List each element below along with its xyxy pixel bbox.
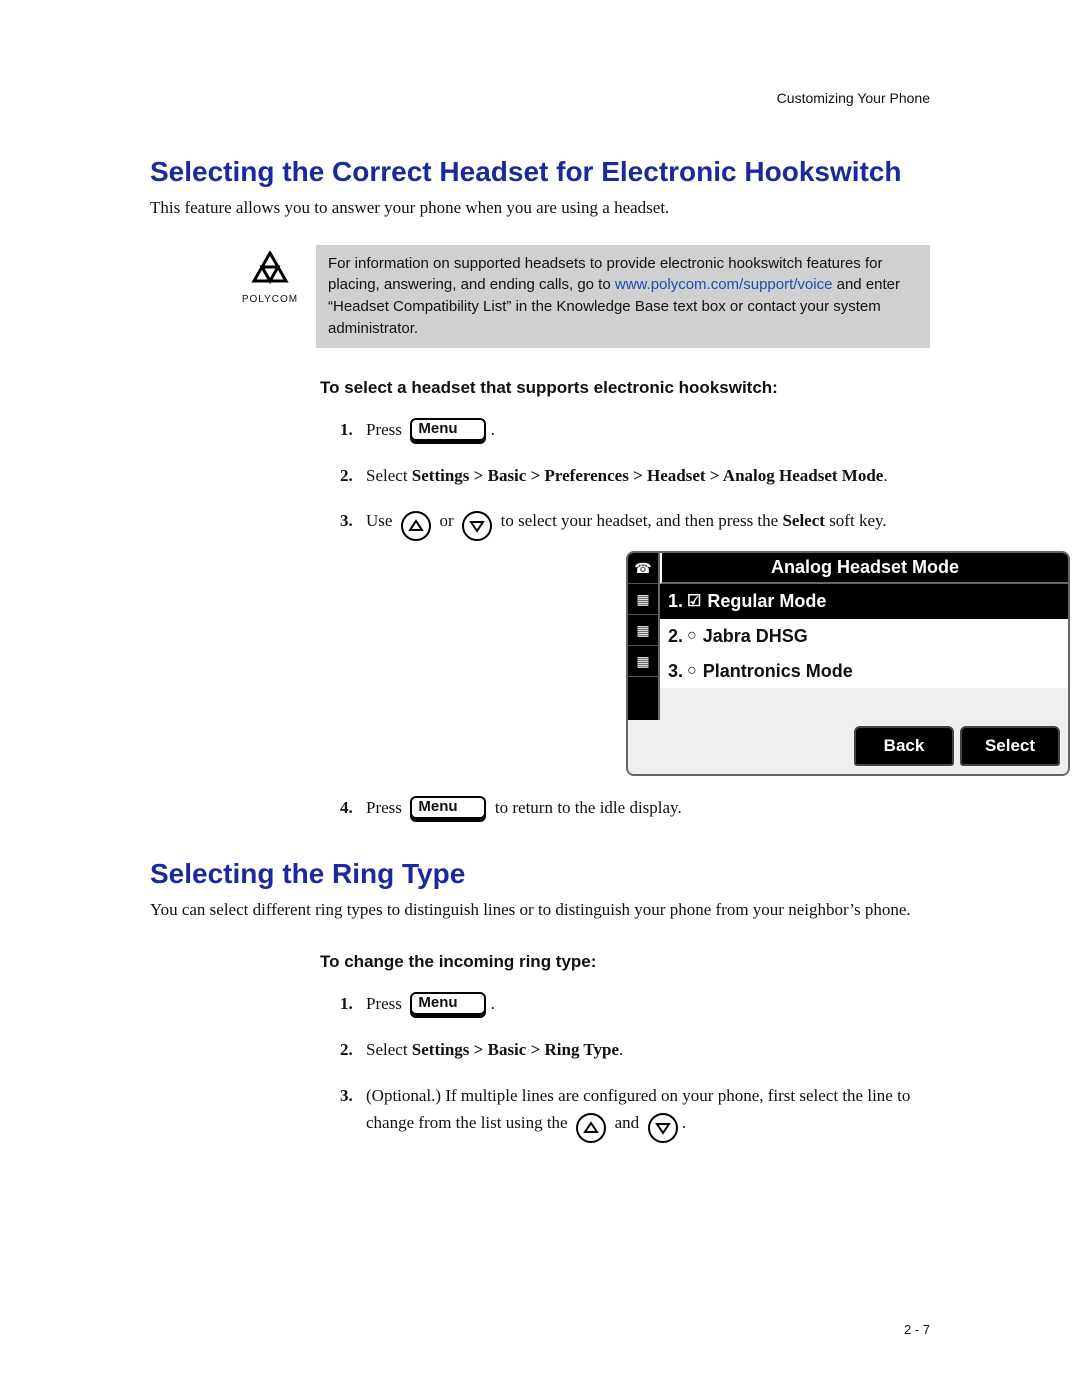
side-tab-icon: ▦ bbox=[628, 615, 658, 646]
step-1: Press Menu . bbox=[340, 416, 930, 444]
note-callout: POLYCOM For information on supported hea… bbox=[240, 245, 930, 348]
phone-softkeys: Back Select bbox=[628, 720, 1068, 773]
step-4: Press Menu to return to the idle display… bbox=[340, 794, 930, 822]
phone-side-tabs: ☎ bbox=[628, 553, 660, 584]
softkey-select[interactable]: Select bbox=[960, 726, 1060, 765]
phone-frame: ☎ Analog Headset Mode ▦ ▦ ▦ bbox=[626, 551, 1070, 776]
step2-prefix: Select bbox=[366, 1040, 412, 1059]
step4-a: Press bbox=[366, 798, 402, 817]
polycom-logo-icon bbox=[250, 251, 290, 290]
step1-press: Press bbox=[366, 420, 402, 439]
menu-button[interactable]: Menu bbox=[410, 418, 486, 444]
step2-nav-path: Settings > Basic > Preferences > Headset… bbox=[412, 466, 884, 485]
step3-a: (Optional.) If multiple lines are config… bbox=[366, 1086, 910, 1132]
polycom-logo-caption: POLYCOM bbox=[242, 294, 298, 305]
list-num: 2. bbox=[668, 622, 683, 651]
page-content: Selecting the Correct Headset for Electr… bbox=[150, 90, 930, 1139]
phone-title: Analog Headset Mode bbox=[660, 553, 1068, 584]
side-tab-icon: ▦ bbox=[628, 584, 658, 615]
menu-button[interactable]: Menu bbox=[410, 796, 486, 822]
step3-c: to select your headset, and then press t… bbox=[501, 511, 783, 530]
softkey-back[interactable]: Back bbox=[854, 726, 954, 765]
phone-body: ▦ ▦ ▦ 1. ☑ Regular Mode bbox=[628, 584, 1068, 720]
list-label: Plantronics Mode bbox=[703, 657, 853, 686]
side-tab-icon: ☎ bbox=[628, 553, 658, 584]
list-num: 3. bbox=[668, 657, 683, 686]
step1-press: Press bbox=[366, 994, 402, 1013]
note-link[interactable]: www.polycom.com/support/voice bbox=[615, 276, 833, 293]
list-num: 1. bbox=[668, 587, 683, 616]
phone-screenshot: ☎ Analog Headset Mode ▦ ▦ ▦ bbox=[626, 551, 930, 776]
section-title-hookswitch: Selecting the Correct Headset for Electr… bbox=[150, 156, 930, 188]
step-1: Press Menu . bbox=[340, 990, 930, 1018]
list-label: Regular Mode bbox=[707, 587, 826, 616]
page-number: 2 - 7 bbox=[904, 1322, 930, 1337]
note-box: For information on supported headsets to… bbox=[316, 245, 930, 348]
step3-d: soft key. bbox=[825, 511, 887, 530]
list-item[interactable]: 1. ☑ Regular Mode bbox=[660, 584, 1068, 619]
arrow-up-icon[interactable] bbox=[401, 511, 431, 541]
step4-b: to return to the idle display. bbox=[495, 798, 682, 817]
section-title-ringtype: Selecting the Ring Type bbox=[150, 858, 930, 890]
step2-prefix: Select bbox=[366, 466, 412, 485]
arrow-down-icon[interactable] bbox=[462, 511, 492, 541]
step3-a: Use bbox=[366, 511, 392, 530]
arrow-down-icon[interactable] bbox=[648, 1113, 678, 1143]
list-item[interactable]: 2. ○ Jabra DHSG bbox=[660, 619, 1068, 654]
arrow-up-icon[interactable] bbox=[576, 1113, 606, 1143]
steps-ringtype: Press Menu . Select Settings > Basic > R… bbox=[340, 990, 930, 1139]
radio-unchecked-icon: ○ bbox=[687, 658, 697, 684]
step-2: Select Settings > Basic > Ring Type. bbox=[340, 1036, 930, 1063]
ringtype-intro: You can select different ring types to d… bbox=[150, 898, 930, 923]
step3-and: and bbox=[615, 1113, 640, 1132]
step2-nav-path: Settings > Basic > Ring Type bbox=[412, 1040, 619, 1059]
side-tab-icon: ▦ bbox=[628, 646, 658, 677]
procedure-heading-ringtype: To change the incoming ring type: bbox=[320, 952, 930, 972]
phone-list-empty bbox=[660, 688, 1068, 720]
list-item[interactable]: 3. ○ Plantronics Mode bbox=[660, 654, 1068, 689]
intro-text: This feature allows you to answer your p… bbox=[150, 196, 930, 221]
menu-button[interactable]: Menu bbox=[410, 992, 486, 1018]
page: Customizing Your Phone Selecting the Cor… bbox=[0, 0, 1080, 1397]
list-label: Jabra DHSG bbox=[703, 622, 808, 651]
phone-titlebar-row: ☎ Analog Headset Mode bbox=[628, 553, 1068, 584]
step-3: Use or to select your headset, and then … bbox=[340, 507, 930, 776]
step3-b: or bbox=[439, 511, 453, 530]
step3-select: Select bbox=[782, 511, 824, 530]
radio-unchecked-icon: ○ bbox=[687, 623, 697, 649]
phone-list: 1. ☑ Regular Mode 2. ○ Jabra DHSG bbox=[660, 584, 1068, 720]
step-2: Select Settings > Basic > Preferences > … bbox=[340, 462, 930, 489]
procedure-heading-hookswitch: To select a headset that supports electr… bbox=[320, 378, 930, 398]
phone-side-tabs-2: ▦ ▦ ▦ bbox=[628, 584, 660, 720]
running-header: Customizing Your Phone bbox=[777, 90, 930, 106]
step-3: (Optional.) If multiple lines are config… bbox=[340, 1082, 930, 1139]
steps-hookswitch: Press Menu . Select Settings > Basic > P… bbox=[340, 416, 930, 822]
polycom-logo-block: POLYCOM bbox=[240, 245, 300, 305]
radio-checked-icon: ☑ bbox=[687, 589, 701, 615]
